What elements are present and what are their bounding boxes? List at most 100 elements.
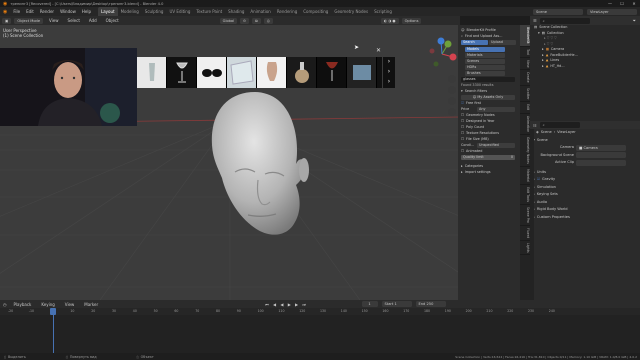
blender-menu-icon[interactable]: ◉ (0, 9, 10, 15)
pivot-button[interactable]: ⊙ (240, 17, 250, 24)
tab-uv-editing[interactable]: UV Editing (166, 7, 193, 16)
camera-field[interactable]: ■ Camera (576, 144, 626, 151)
minimize-icon[interactable]: — (604, 0, 616, 7)
audio-header[interactable]: ▸Audio (530, 199, 640, 207)
sidebar-tab-edit[interactable]: Edit (520, 102, 530, 114)
simulation-header[interactable]: ▸Simulation (530, 184, 640, 192)
tab-compositing[interactable]: Compositing (300, 7, 331, 16)
sidebar-tab-create[interactable]: Create (520, 70, 530, 86)
tab-layout[interactable]: Layout (97, 7, 118, 16)
ortho-toggle-icon[interactable] (448, 108, 456, 116)
rigid-body-header[interactable]: ▸Rigid Body World (530, 206, 640, 214)
timeline-type-icon[interactable]: ◷ (3, 302, 7, 307)
tab-modeling[interactable]: Modeling (118, 7, 142, 16)
tab-texture-paint[interactable]: Texture Paint (193, 7, 225, 16)
search-input[interactable]: glasses (461, 76, 515, 82)
sidebar-tab-blenderkit[interactable]: BlenderKit (520, 25, 530, 47)
my-assets-button[interactable]: ☺ My Assets Only (461, 94, 515, 100)
head-mesh[interactable] (200, 90, 315, 250)
select-menu[interactable]: Select (65, 18, 83, 23)
units-header[interactable]: ▸Units (530, 169, 640, 177)
pan-icon[interactable] (448, 86, 456, 94)
snap-button[interactable]: ⧉ (252, 17, 261, 24)
asset-thumb-vase[interactable] (257, 57, 287, 88)
object-menu[interactable]: Object (103, 18, 122, 23)
category-materials[interactable]: Materials (465, 52, 505, 58)
menu-render[interactable]: Render (37, 9, 57, 14)
menu-help[interactable]: Help (79, 9, 94, 14)
keying-menu[interactable]: Keying (38, 302, 57, 307)
outliner-search[interactable]: ⌕ (539, 17, 590, 24)
sidebar-tab-tool[interactable]: Tool (520, 47, 530, 58)
end-frame-field[interactable]: End 250 (415, 301, 446, 307)
mode-dropdown[interactable]: Object Mode (14, 17, 44, 24)
playback-controls[interactable]: ⏮ ◀ ◀ ▶ ▶ ⏭ (265, 302, 307, 307)
current-frame-field[interactable]: 1 (361, 301, 378, 307)
start-frame-field[interactable]: Start 1 (381, 301, 412, 307)
zoom-icon[interactable] (448, 75, 456, 83)
asset-thumb-glass[interactable] (137, 57, 167, 88)
menu-window[interactable]: Window (57, 9, 79, 14)
proportional-button[interactable]: ◎ (263, 17, 273, 24)
search-tab[interactable]: Search (461, 39, 488, 45)
navigation-gizmo[interactable] (425, 37, 459, 71)
condition-dropdown[interactable]: Unspecified (477, 142, 515, 148)
maximize-icon[interactable]: ☐ (616, 0, 628, 7)
tab-sculpting[interactable]: Sculpting (142, 7, 167, 16)
outliner-item-hthd[interactable]: ▸ ▲ HT_Hd... (530, 64, 640, 70)
shading-buttons[interactable]: ◐ ◑ ● (380, 17, 399, 24)
category-scenes[interactable]: Scenes (465, 58, 505, 64)
playhead[interactable] (50, 308, 56, 315)
asset-thumb-glass-tile[interactable] (347, 57, 377, 88)
sidebar-tab-lights[interactable]: Lights (520, 241, 530, 256)
scene-selector[interactable]: Scene (533, 8, 583, 15)
properties-search[interactable]: ⌕ (539, 122, 580, 128)
menu-file[interactable]: File (10, 9, 23, 14)
sidebar-tab-scene-pro[interactable]: Scene Pro (520, 205, 530, 226)
bg-scene-field[interactable] (576, 152, 626, 159)
asset-thumb-sunglasses[interactable] (197, 57, 227, 88)
import-settings-header[interactable]: ▸ Import settings (461, 169, 517, 175)
category-hdrs[interactable]: HDRs (465, 64, 505, 70)
outliner-type-icon[interactable]: ☰ (533, 18, 537, 23)
category-brushes[interactable]: Brushes (465, 70, 505, 76)
sidebar-tab-fluent[interactable]: Fluent (520, 226, 530, 241)
options-dropdown[interactable]: Options (401, 17, 422, 24)
viewlayer-selector[interactable]: ViewLayer (587, 8, 637, 15)
orientation-dropdown[interactable]: Global (219, 17, 238, 24)
sidebar-tab-material[interactable]: Material (520, 167, 530, 185)
sidebar-tab-view[interactable]: View (520, 58, 530, 71)
tab-shading[interactable]: Shading (225, 7, 247, 16)
marker-menu[interactable]: Marker (81, 302, 101, 307)
menu-edit[interactable]: Edit (23, 9, 37, 14)
tab-geometry-nodes[interactable]: Geometry Nodes (331, 7, 371, 16)
properties-type-icon[interactable]: ☷ (533, 123, 537, 128)
scene-section-header[interactable]: ▾Scene (530, 137, 640, 145)
sidebar-tab-scatter[interactable]: Scatter (520, 86, 530, 103)
category-models[interactable]: Models (465, 46, 505, 52)
asset-thumb-flask[interactable] (287, 57, 317, 88)
strip-nav-arrows[interactable]: › › › (383, 57, 395, 88)
gravity-checkbox[interactable]: ▸☑Gravity (530, 176, 640, 184)
add-menu[interactable]: Add (86, 18, 100, 23)
tab-scripting[interactable]: Scripting (371, 7, 395, 16)
custom-props-header[interactable]: ▸Custom Properties (530, 214, 640, 222)
upload-tab[interactable]: Upload (489, 39, 516, 45)
sidebar-tab-geometry-nodes[interactable]: Geometry Nodes (520, 135, 530, 167)
close-icon[interactable]: ✕ (628, 0, 640, 7)
tab-rendering[interactable]: Rendering (274, 7, 300, 16)
camera-view-icon[interactable] (448, 97, 456, 105)
asset-thumb-glass-pane[interactable] (227, 57, 257, 88)
asset-thumb-goblet[interactable] (167, 57, 197, 88)
playback-menu[interactable]: Playback (11, 302, 35, 307)
filter-icon[interactable]: ⏷ (633, 18, 636, 23)
price-dropdown[interactable]: Any (477, 106, 515, 112)
view-menu[interactable]: View (46, 18, 62, 23)
active-clip-field[interactable] (576, 159, 626, 166)
close-strip-icon[interactable]: ✕ (376, 47, 381, 54)
sidebar-tab-animation[interactable]: Animation (520, 114, 530, 135)
editor-type-button[interactable]: ▣ (2, 17, 12, 24)
asset-thumb-wine-glass[interactable] (317, 57, 347, 88)
sidebar-tab-edit-tools[interactable]: Edit Tools (520, 185, 530, 205)
keying-sets-header[interactable]: ▸Keying Sets (530, 191, 640, 199)
